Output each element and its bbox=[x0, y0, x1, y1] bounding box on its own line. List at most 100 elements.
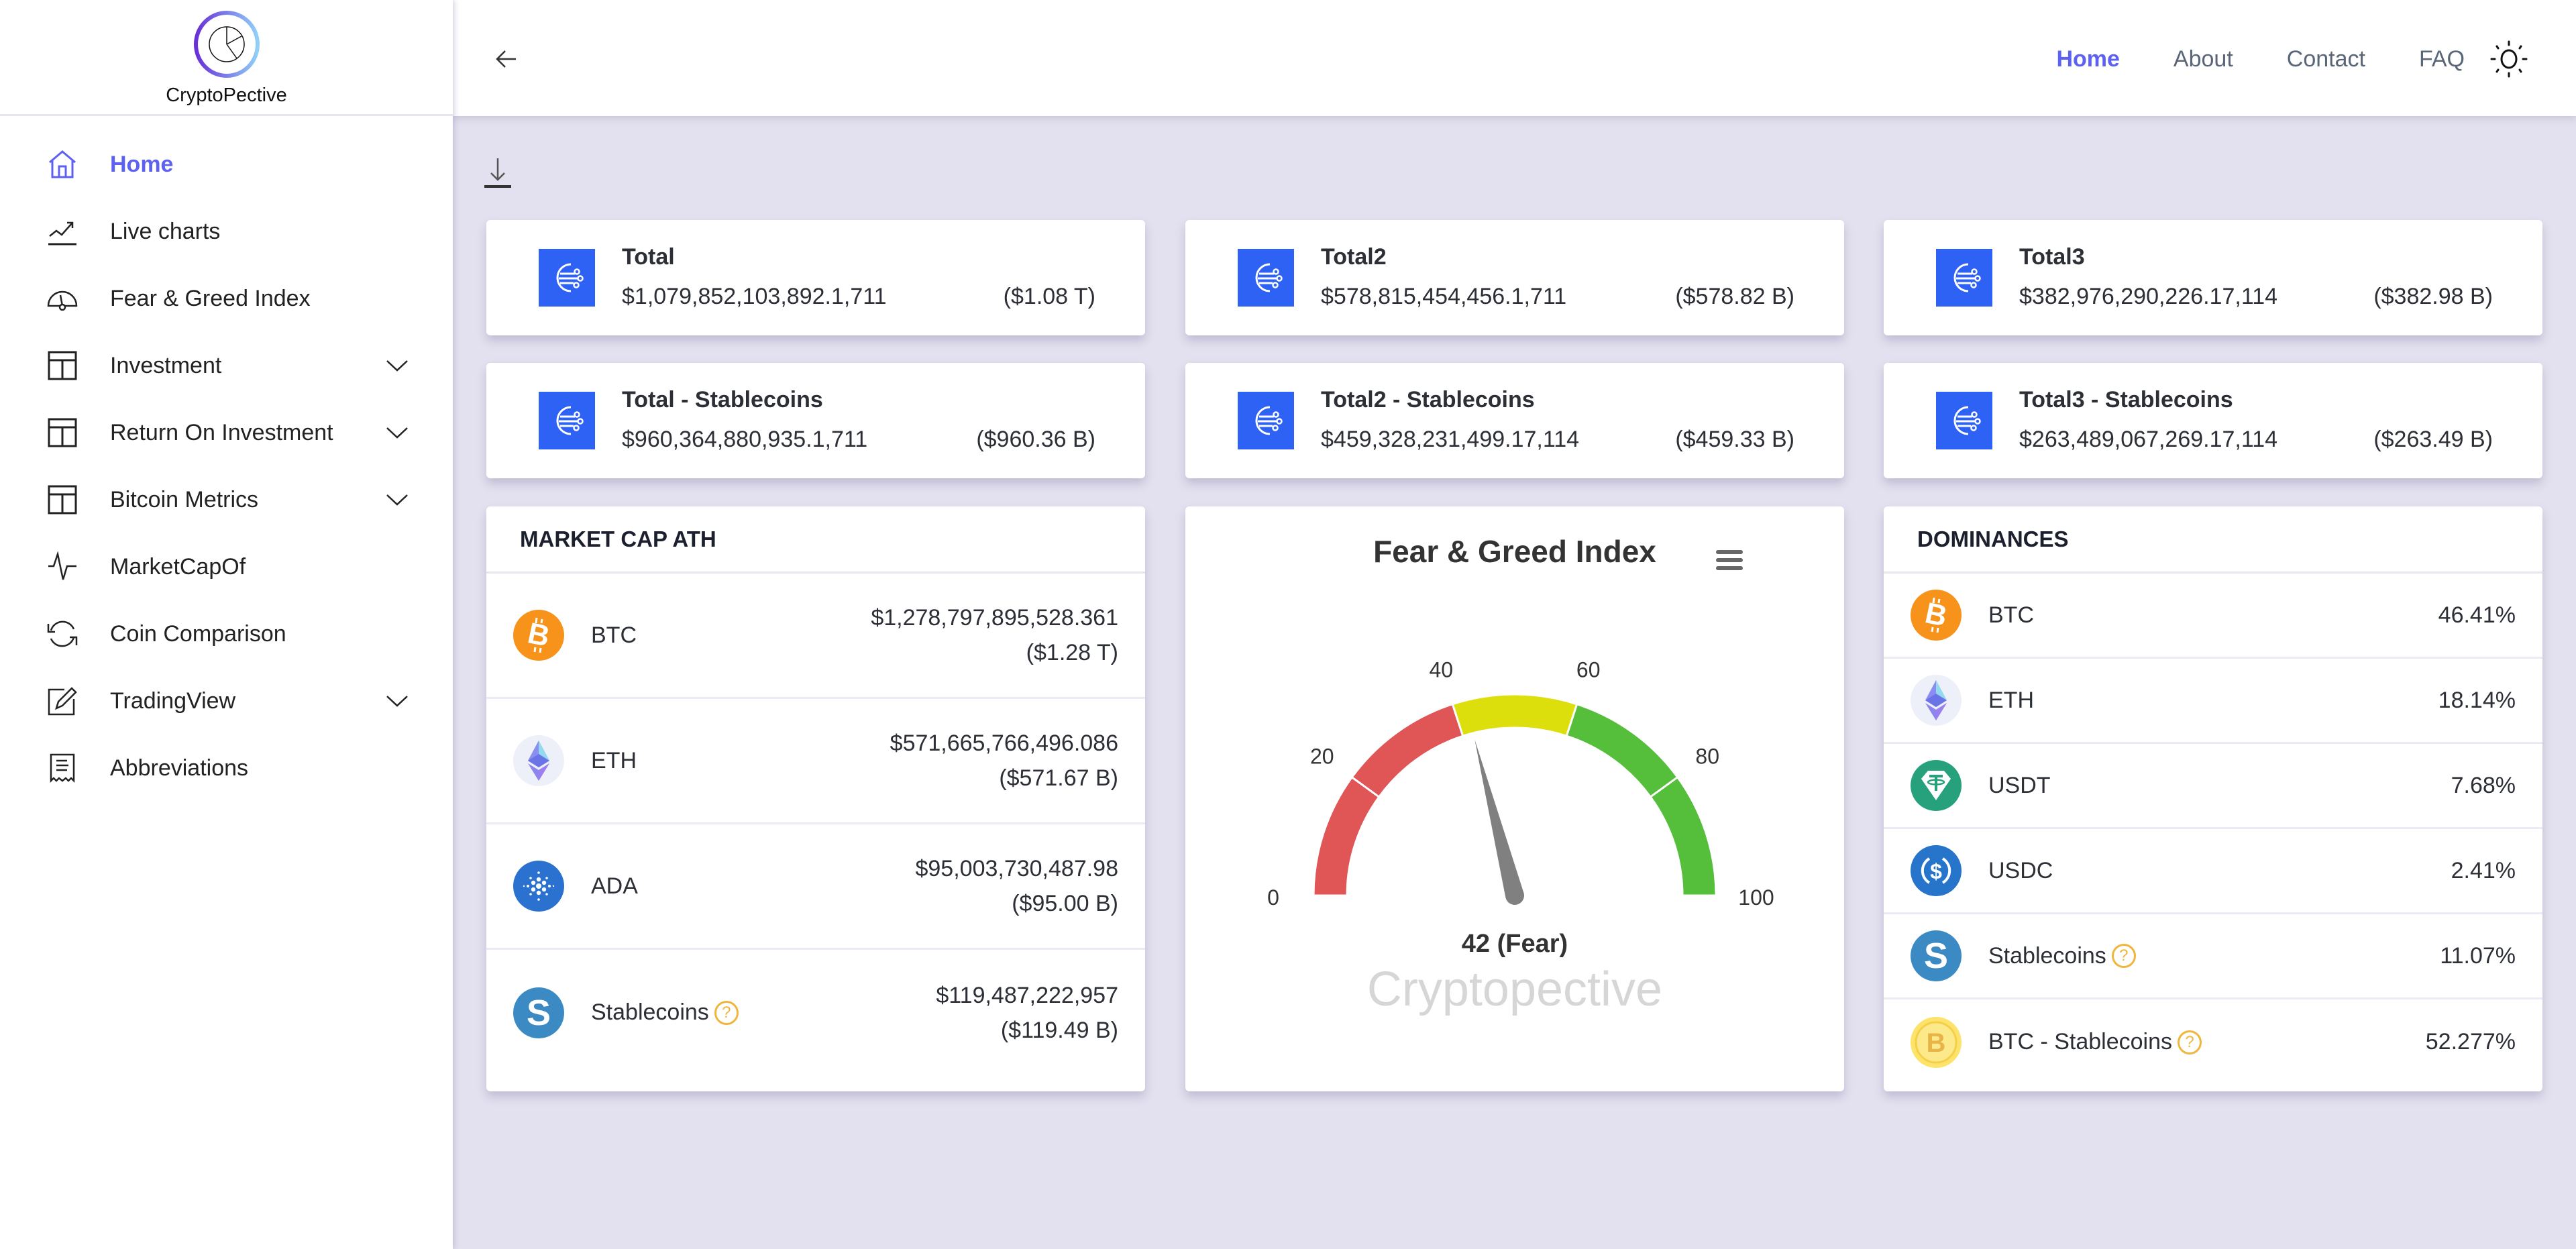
sidebar-item-label: Live charts bbox=[110, 218, 221, 244]
sidebar: CryptoPective Home Live charts Fear & Gree… bbox=[0, 0, 453, 1249]
ath-short-value: ($1.28 T) bbox=[1026, 640, 1118, 665]
nav-faq[interactable]: FAQ bbox=[2419, 46, 2465, 72]
home-icon bbox=[47, 149, 78, 180]
sidebar-item-abbreviations[interactable]: Abbreviations bbox=[0, 735, 453, 802]
help-icon[interactable]: ? bbox=[2111, 944, 2136, 968]
coin-name: ADA bbox=[591, 873, 638, 899]
download-icon[interactable] bbox=[483, 156, 513, 188]
sidebar-item-home[interactable]: Home bbox=[0, 131, 453, 198]
svg-text:$: $ bbox=[1930, 859, 1942, 883]
stat-card-total2-stablecoins: Total2 - Stablecoins $459,328,231,499.17,… bbox=[1185, 363, 1844, 478]
market-data-icon bbox=[1238, 392, 1294, 449]
sidebar-item-tradingview[interactable]: TradingView bbox=[0, 667, 453, 735]
help-icon[interactable]: ? bbox=[714, 1000, 739, 1025]
svg-text:B: B bbox=[525, 616, 552, 653]
chevron-down-icon[interactable] bbox=[386, 426, 409, 439]
ath-short-value: ($571.67 B) bbox=[999, 765, 1118, 791]
sidebar-item-live-charts[interactable]: Live charts bbox=[0, 198, 453, 265]
dominance-value: 7.68% bbox=[2451, 772, 2516, 798]
gauge-tick-label: 100 bbox=[1738, 885, 1774, 910]
svg-text:S: S bbox=[527, 993, 551, 1033]
stablecoins-icon: S bbox=[513, 987, 564, 1038]
stat-card-total-stablecoins: Total - Stablecoins $960,364,880,935.1,71… bbox=[486, 363, 1145, 478]
sidebar-item-bitcoin-metrics[interactable]: Bitcoin Metrics bbox=[0, 466, 453, 533]
stat-short-value: ($263.49 B) bbox=[2373, 427, 2493, 452]
sidebar-item-label: TradingView bbox=[110, 688, 236, 714]
cardano-icon bbox=[513, 861, 564, 912]
ath-row-ada: ADA $95,003,730,487.98 ($95.00 B) bbox=[486, 824, 1145, 950]
gauge-tick-label: 40 bbox=[1430, 657, 1454, 682]
stat-short-value: ($459.33 B) bbox=[1675, 427, 1794, 452]
nav-about[interactable]: About bbox=[2174, 46, 2233, 72]
ath-short-value: ($119.49 B) bbox=[1000, 1017, 1118, 1043]
ath-values: $1,278,797,895,528.361 ($1.28 T) bbox=[871, 600, 1118, 670]
nav-contact[interactable]: Contact bbox=[2287, 46, 2365, 72]
dominance-row-eth: ETH 18.14% bbox=[1884, 659, 2542, 744]
gauge-band-0 bbox=[1312, 775, 1381, 897]
chevron-down-icon[interactable] bbox=[386, 493, 409, 506]
dominance-value: 52.277% bbox=[2425, 1029, 2516, 1054]
ath-values: $571,665,766,496.086 ($571.67 B) bbox=[890, 726, 1118, 796]
gauge-watermark: Cryptopective bbox=[1367, 963, 1662, 1016]
ethereum-icon bbox=[513, 735, 564, 786]
top-header: Home About Contact FAQ bbox=[453, 0, 2576, 116]
market-data-icon bbox=[1238, 249, 1294, 307]
top-nav: Home About Contact FAQ bbox=[2056, 39, 2529, 79]
coin-name: BTC - Stablecoins bbox=[1988, 1029, 2172, 1054]
market-data-icon bbox=[539, 392, 595, 449]
sidebar-item-label: Coin Comparison bbox=[110, 620, 286, 647]
stat-title: Total2 - Stablecoins bbox=[1321, 387, 1535, 413]
stat-value: $960,364,880,935.1,711 bbox=[622, 427, 868, 452]
stat-short-value: ($1.08 T) bbox=[1003, 284, 1095, 309]
sun-icon[interactable] bbox=[2489, 39, 2529, 79]
coin-name: ETH bbox=[591, 747, 637, 773]
market-data-icon bbox=[1936, 392, 1992, 449]
coin-name-wrap: ADA bbox=[591, 873, 915, 900]
back-arrow-icon[interactable] bbox=[493, 46, 520, 72]
dominance-value: 2.41% bbox=[2451, 857, 2516, 883]
sidebar-item-return-on-investment[interactable]: Return On Investment bbox=[0, 399, 453, 466]
sidebar-item-label: Return On Investment bbox=[110, 419, 333, 445]
gauge-tick-label: 20 bbox=[1310, 744, 1334, 768]
stat-value: $459,328,231,499.17,114 bbox=[1321, 427, 1580, 452]
fear-greed-panel: Fear & Greed Index 0 20 40 60 80 100 42 (Fear)… bbox=[1185, 506, 1844, 1091]
ath-value: $1,278,797,895,528.361 bbox=[871, 605, 1118, 631]
nav-home[interactable]: Home bbox=[2056, 46, 2119, 72]
logo[interactable]: CryptoPective bbox=[0, 0, 453, 116]
sidebar-item-label: Bitcoin Metrics bbox=[110, 486, 259, 512]
stat-card-total: Total $1,079,852,103,892.1,711 ($1.08 T) bbox=[486, 220, 1145, 335]
chevron-down-icon[interactable] bbox=[386, 359, 409, 372]
ath-value: $571,665,766,496.086 bbox=[890, 730, 1118, 756]
chevron-down-icon[interactable] bbox=[386, 694, 409, 708]
stat-value: $1,079,852,103,892.1,711 bbox=[622, 284, 887, 309]
market-data-icon bbox=[1936, 249, 1992, 307]
coin-name: Stablecoins bbox=[591, 999, 709, 1025]
trending-up-icon bbox=[47, 216, 78, 247]
ath-row-eth: ETH $571,665,766,496.086 ($571.67 B) bbox=[486, 699, 1145, 824]
layout-icon bbox=[47, 350, 78, 381]
sidebar-nav: Home Live charts Fear & Greed Index Investm… bbox=[0, 116, 453, 802]
gauge-band-4 bbox=[1649, 775, 1717, 897]
sidebar-item-coin-comparison[interactable]: Coin Comparison bbox=[0, 600, 453, 667]
sidebar-item-fear-greed-index[interactable]: Fear & Greed Index bbox=[0, 265, 453, 332]
pulse-icon bbox=[47, 551, 78, 582]
help-icon[interactable]: ? bbox=[2178, 1030, 2202, 1054]
dominance-value: 11.07% bbox=[2440, 942, 2516, 969]
coin-name: USDC bbox=[1988, 857, 2053, 883]
ath-short-value: ($95.00 B) bbox=[1012, 891, 1118, 916]
gauge-band-3 bbox=[1565, 702, 1679, 799]
sidebar-item-investment[interactable]: Investment bbox=[0, 332, 453, 399]
btc-stablecoins-icon: B bbox=[1911, 1016, 1962, 1068]
sidebar-item-marketcapof[interactable]: MarketCapOf bbox=[0, 533, 453, 600]
bitcoin-icon: B bbox=[1911, 590, 1962, 641]
ath-row-btc: B BTC $1,278,797,895,528.361 ($1.28 T) bbox=[486, 574, 1145, 699]
gauge-band-2 bbox=[1451, 693, 1578, 738]
usd-coin-icon: $ bbox=[1911, 845, 1962, 896]
gauge-value-label: 42 (Fear) bbox=[1462, 930, 1568, 958]
stat-short-value: ($960.36 B) bbox=[976, 427, 1095, 452]
market-cap-ath-panel: MARKET CAP ATH B BTC $1,278,797,895,528.36… bbox=[486, 506, 1145, 1091]
sidebar-item-label: Abbreviations bbox=[110, 755, 249, 781]
market-data-icon bbox=[539, 249, 595, 307]
coin-name: BTC bbox=[591, 622, 637, 648]
stat-value: $263,489,067,269.17,114 bbox=[2019, 427, 2278, 452]
